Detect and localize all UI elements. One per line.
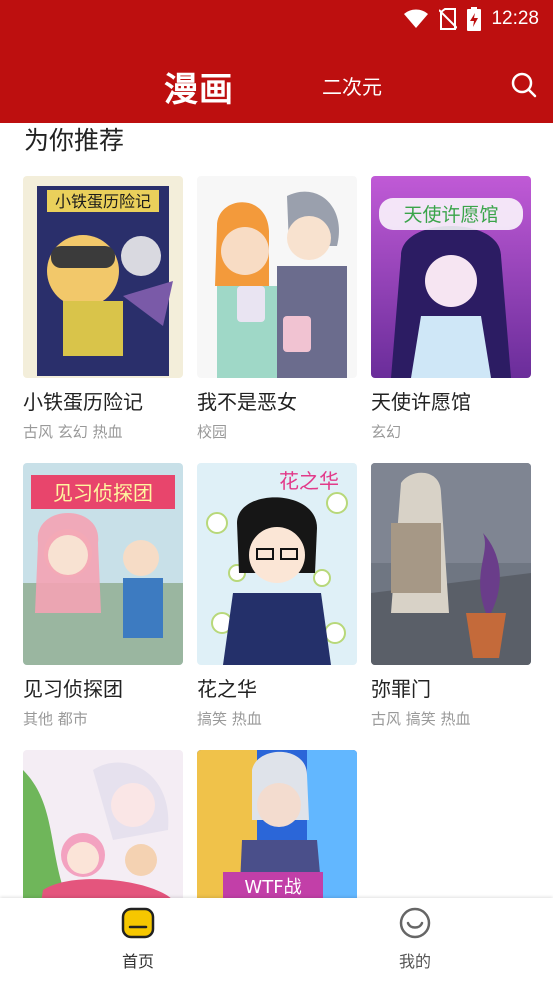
section-title: 为你推荐 <box>24 126 125 155</box>
wifi-icon <box>404 9 429 28</box>
nav-home-label: 首页 <box>121 952 154 971</box>
nav-me[interactable]: 我的 <box>355 906 475 972</box>
home-face-icon <box>121 907 155 939</box>
comic-tags: 古风 搞笑 热血 <box>371 710 471 728</box>
no-sim-icon <box>439 8 458 30</box>
comic-cover[interactable]: 小铁蛋历险记 <box>23 176 183 378</box>
comic-title[interactable]: 小铁蛋历险记 <box>23 386 183 415</box>
nav-home[interactable]: 首页 <box>78 906 198 972</box>
clock: 12:28 <box>491 8 539 29</box>
comic-cover[interactable] <box>371 463 531 665</box>
comic-tags: 玄幻 <box>371 423 402 441</box>
status-bar: 12:28 <box>403 0 553 38</box>
comic-cover[interactable]: 天使许愿馆 <box>371 176 531 378</box>
comic-card[interactable]: 见习侦探团 见习侦探团 其他 都市 <box>23 463 183 729</box>
battery-charging-icon <box>467 7 482 31</box>
comic-card[interactable]: 我不是恶女 校园 <box>197 176 357 442</box>
search-icon[interactable] <box>510 71 538 99</box>
comic-title[interactable]: 我不是恶女 <box>197 386 357 415</box>
tab-erciyuan[interactable]: 二次元 <box>322 71 382 100</box>
comic-cover[interactable]: 花之华 <box>197 463 357 665</box>
comic-tags: 校园 <box>197 423 228 441</box>
app-screen: 12:28 漫画 二次元 为你推荐 小铁蛋历险记 小铁蛋历险记 古风 玄幻 热血… <box>0 0 553 983</box>
comic-card[interactable]: 花之华 花之华 搞笑 热血 <box>197 463 357 729</box>
bottom-navigation: 首页 我的 <box>0 898 553 983</box>
comic-title[interactable]: 见习侦探团 <box>23 673 183 702</box>
comic-title[interactable]: 天使许愿馆 <box>371 386 531 415</box>
svg-text:见习侦探团: 见习侦探团 <box>53 481 153 505</box>
comic-cover[interactable]: 见习侦探团 <box>23 463 183 665</box>
comic-tags: 搞笑 热血 <box>197 710 262 728</box>
svg-text:天使许愿馆: 天使许愿馆 <box>403 204 498 226</box>
page-title[interactable]: 漫画 <box>164 62 234 111</box>
comic-tags: 其他 都市 <box>23 710 88 728</box>
svg-text:花之华: 花之华 <box>279 469 339 493</box>
smiley-icon <box>399 907 431 939</box>
comic-card[interactable]: 弥罪门 古风 搞笑 热血 <box>371 463 531 729</box>
comic-title[interactable]: 花之华 <box>197 673 357 702</box>
comic-cover[interactable] <box>197 176 357 378</box>
comic-card[interactable]: 小铁蛋历险记 小铁蛋历险记 古风 玄幻 热血 <box>23 176 183 442</box>
comic-title[interactable]: 弥罪门 <box>371 673 531 702</box>
svg-text:WTF战: WTF战 <box>244 877 301 898</box>
top-app-bar: 12:28 漫画 二次元 <box>0 0 553 123</box>
comic-card[interactable]: 天使许愿馆 天使许愿馆 玄幻 <box>371 176 531 442</box>
comic-tags: 古风 玄幻 热血 <box>23 423 123 441</box>
svg-text:小铁蛋历险记: 小铁蛋历险记 <box>55 192 151 211</box>
nav-me-label: 我的 <box>398 952 431 971</box>
